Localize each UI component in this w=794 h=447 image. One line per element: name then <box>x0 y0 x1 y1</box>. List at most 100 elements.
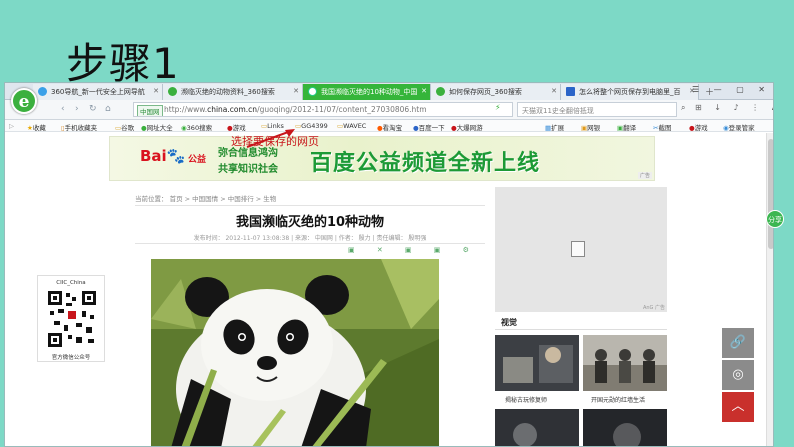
bookmark-item[interactable]: ▦扩展 <box>545 122 564 131</box>
tab-search-animals[interactable]: 濒临灭绝的动物资料_360搜索 ✕ <box>163 84 303 100</box>
bookmark-item[interactable]: ▯手机收藏夹 <box>61 122 97 131</box>
logo-bai: Bai <box>140 147 167 165</box>
close-icon[interactable]: ✕ <box>293 87 299 95</box>
url-prefix: http://www. <box>164 105 208 114</box>
bookmark-label: 截图 <box>658 124 672 132</box>
bookmark-label: WAVEC <box>343 122 367 130</box>
banner-slogan-2: 共享知识社会 <box>218 164 278 175</box>
toolbar-right-icons[interactable]: ⊞ ↓ ♪ ⋮ ⤢ ≡ <box>695 103 773 113</box>
bookmark-label: 登录管家 <box>728 124 755 132</box>
banner-pub: 公益 <box>188 155 207 165</box>
ad-banner[interactable]: Bai🐾 公益 弥合信息鸿沟 共享知识社会 百度公益频道全新上线 广告 <box>109 136 655 181</box>
close-icon[interactable]: ✕ <box>153 87 159 95</box>
thumbnail-caption[interactable]: 开国元勋的红墙生活 <box>591 395 645 404</box>
baidu-logo: Bai🐾 <box>140 147 185 165</box>
refresh-icon[interactable]: ↻ <box>89 104 97 114</box>
paw-icon: 🐾 <box>166 147 186 165</box>
bookmark-item[interactable]: ★收藏 <box>27 122 46 131</box>
thumbnail-3[interactable] <box>495 409 579 446</box>
ad-placeholder[interactable]: AnG 广告 <box>495 187 667 312</box>
bookmarks-bar: ▷ ★收藏 ▯手机收藏夹 ▭谷歌 ●网址大全 ◉360搜索 ●游戏 ▭Links… <box>5 120 773 132</box>
tab-label: 濒临灭绝的动物资料_360搜索 <box>181 88 275 96</box>
tab-label: 360导航_新一代安全上网导航 <box>51 88 145 96</box>
url-path: /guoqing/2012-11/07/content_27030806.htm <box>257 105 427 114</box>
bookmark-label: GG4399 <box>301 122 328 130</box>
qr-caption: 官方微信公众号 <box>51 355 91 361</box>
tab-favicon-icon <box>308 87 317 96</box>
url-domain: china.com.cn <box>207 105 258 114</box>
tab-baidu-zhidao[interactable]: 怎么将整个网页保存到电脑里_百 ✕ <box>561 84 699 100</box>
bookmark-item[interactable]: ✂截图 <box>653 122 672 132</box>
tab-how-save[interactable]: 如何保存网页_360搜索 ✕ <box>431 84 561 100</box>
section-title: 视觉 <box>501 318 517 327</box>
ad-label: AnG 广告 <box>642 305 665 311</box>
tab-label: 怎么将整个网页保存到电脑里_百 <box>579 88 681 96</box>
url-input[interactable]: 中国网 http://www.china.com.cn/guoqing/2012… <box>133 102 513 117</box>
window-controls[interactable]: ☰ — ▢ ✕ <box>692 85 771 94</box>
weibo-icon: ◎ <box>732 367 744 382</box>
back-to-top-button[interactable]: ︿ <box>722 392 754 422</box>
search-input[interactable]: 天猫双11史全翻倍抵现 <box>517 102 677 117</box>
link-share-button[interactable]: 🔗 <box>722 328 754 358</box>
thumbnail-antique[interactable] <box>495 335 579 391</box>
bookmark-item[interactable]: ▭谷歌 <box>115 122 134 131</box>
divider <box>135 205 485 206</box>
weibo-share-button[interactable]: ◎ <box>722 360 754 390</box>
tab-favicon-icon <box>436 87 445 96</box>
bookmark-item[interactable]: ●百度一下 <box>413 122 445 132</box>
share-float-button[interactable]: 分享 <box>766 210 784 228</box>
thumbnail-image <box>495 335 579 391</box>
tab-bar: 360导航_新一代安全上网导航 ✕ 濒临灭绝的动物资料_360搜索 ✕ 我国濒临… <box>5 83 773 100</box>
sidebar-toggle-icon[interactable]: ▷ <box>9 122 14 130</box>
panda-photo <box>151 259 439 446</box>
close-icon[interactable]: ✕ <box>421 87 427 95</box>
tab-favicon-icon <box>566 87 575 96</box>
address-toolbar: e ‹ › ↻ ⌂ 中国网 http://www.china.com.cn/gu… <box>5 88 773 120</box>
home-icon[interactable]: ⌂ <box>105 104 111 114</box>
bookmark-label: 看淘宝 <box>382 124 403 132</box>
thumbnail-caption[interactable]: 揭秘古玩修复师 <box>505 395 547 404</box>
thumbnail-image <box>495 409 579 446</box>
thumbnail-4[interactable] <box>583 409 667 446</box>
page-scrollbar[interactable] <box>766 133 773 446</box>
search-suggestion: 天猫双11史全翻倍抵现 <box>522 107 594 115</box>
thumbnail-image <box>583 409 667 446</box>
scrollbar-thumb[interactable] <box>768 139 773 249</box>
forward-icon[interactable]: › <box>75 104 79 114</box>
article-title: 我国濒临灭绝的10种动物 <box>235 215 385 230</box>
qr-card[interactable]: CIIC_China 官方微信公众号 <box>37 275 105 362</box>
qr-title: CIIC_China <box>56 280 86 286</box>
divider <box>495 329 667 330</box>
thumbnail-history[interactable] <box>583 335 667 391</box>
close-icon[interactable]: ✕ <box>551 87 557 95</box>
browser-logo-icon[interactable]: e <box>11 88 37 114</box>
tab-label: 我国濒临灭绝的10种动物_中国 <box>321 88 418 96</box>
bookmark-item[interactable]: ●游戏 <box>689 122 708 131</box>
tab-360-nav[interactable]: 360导航_新一代安全上网导航 ✕ <box>33 84 163 100</box>
bookmark-item[interactable]: ●网址大全 <box>141 122 173 131</box>
bookmark-label: 翻译 <box>623 124 637 132</box>
bookmark-item[interactable]: ▭WAVEC <box>337 122 366 130</box>
panda-image <box>151 259 439 446</box>
back-icon[interactable]: ‹ <box>61 104 65 114</box>
web-page: 选择要保存的网页 Bai🐾 公益 弥合信息鸿沟 共享知识社会 百度公益频道全新上… <box>5 129 773 446</box>
tab-active-article[interactable]: 我国濒临灭绝的10种动物_中国 ✕ <box>303 84 431 100</box>
speed-mode-icon[interactable]: ⚡ <box>495 103 501 112</box>
breadcrumb[interactable]: 当前位置： 首页 > 中国国情 > 中国排行 > 生物 <box>135 193 276 203</box>
qr-code-icon <box>46 289 98 349</box>
bookmark-item[interactable]: ◉登录管家 <box>723 122 755 132</box>
bookmark-item[interactable]: ◉360搜索 <box>181 122 213 132</box>
search-icon[interactable]: ⌕ <box>681 103 685 113</box>
tab-favicon-icon <box>168 87 177 96</box>
bookmark-label: 百度一下 <box>418 124 445 132</box>
bookmark-item[interactable]: ▣网银 <box>581 122 601 132</box>
bookmark-label: 360搜索 <box>186 124 213 132</box>
bookmark-item[interactable]: ●大爆网游 <box>451 122 483 131</box>
bookmark-item[interactable]: ●看淘宝 <box>377 122 403 132</box>
ad-tag: 广告 <box>637 172 652 179</box>
annotation-arrow-icon <box>246 129 295 148</box>
bookmark-item[interactable]: ▣翻译 <box>617 122 637 132</box>
share-icons[interactable]: ▣ ✕ ▣ ▣ ⚙ <box>348 246 479 254</box>
bookmark-label: 网银 <box>587 124 601 132</box>
thumbnail-image <box>583 335 667 391</box>
